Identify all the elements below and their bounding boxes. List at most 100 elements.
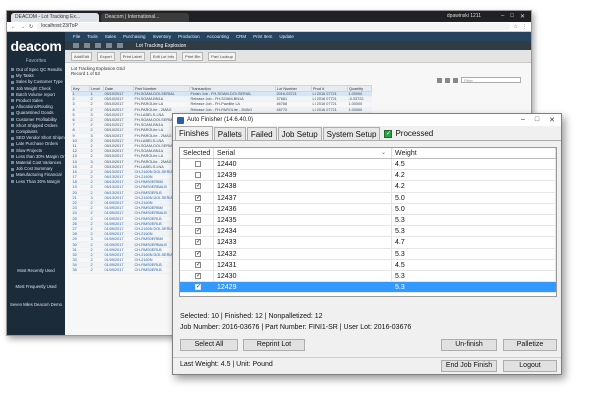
unfinish-button[interactable]: Un-finish — [441, 339, 497, 351]
favorites-title: Favorites — [25, 58, 47, 64]
tab-finishes[interactable]: Finishes — [175, 126, 213, 140]
tab-job-setup[interactable]: Job Setup — [277, 127, 322, 140]
toolbar-icon[interactable] — [84, 43, 90, 48]
columns-icon[interactable] — [453, 77, 458, 83]
finish-row[interactable]: 124384.2 — [180, 181, 556, 193]
export-icon[interactable] — [445, 77, 450, 83]
filter-input[interactable]: Filter — [461, 77, 521, 83]
select-checkbox[interactable] — [195, 226, 201, 237]
url-field[interactable]: localhost:23/ToP — [37, 23, 510, 30]
print-icon[interactable] — [437, 77, 442, 83]
finish-row[interactable]: 124355.3 — [180, 214, 556, 227]
select-checkbox[interactable] — [195, 172, 201, 179]
menu-item[interactable]: File — [73, 34, 80, 39]
tab-pallets[interactable]: Pallets — [213, 127, 246, 140]
select-checkbox[interactable] — [195, 161, 201, 167]
menu-item[interactable]: Production — [178, 34, 200, 39]
minimize-icon[interactable]: – — [501, 13, 504, 20]
column-selected[interactable]: Selected — [180, 148, 214, 158]
close-icon[interactable]: ✕ — [549, 116, 555, 124]
finish-row[interactable]: 12439 4.2 — [180, 170, 556, 182]
column-weight[interactable]: Weight — [392, 148, 556, 158]
logout-button[interactable]: Logout — [503, 360, 557, 372]
report-icon — [11, 180, 14, 184]
finish-row[interactable]: 124334.7 — [180, 237, 556, 249]
table-row[interactable]: 2 2 05/10/2017 FH-SOAM-BN1A Release Job - FH… — [71, 96, 372, 103]
select-checkbox[interactable] — [195, 215, 201, 226]
menu-item[interactable]: Inventory — [153, 34, 172, 39]
window-controls: dpawinski 1211 – □ ✕ — [447, 13, 531, 20]
subtoolbar-button[interactable]: Part Lookup — [208, 51, 236, 61]
column-serial-label: Serial — [217, 150, 235, 157]
subtoolbar-button[interactable]: Export — [97, 51, 115, 61]
selected-cell — [180, 226, 214, 237]
finish-row[interactable]: 12440 4.5 — [180, 159, 556, 171]
table-row[interactable]: 1 1 05/10/2017 FH-SOAM-DOI-SERIAL Finish Job… — [71, 91, 372, 98]
maximize-icon[interactable]: □ — [510, 13, 514, 20]
minimize-icon[interactable]: – — [521, 116, 525, 124]
menu-item[interactable]: Update — [279, 34, 294, 39]
browser-tab-international[interactable]: Deacom | International... — [101, 13, 189, 22]
table-row[interactable]: 3 2 05/10/2017 FH-PAROLite LA Release Job - … — [71, 101, 372, 108]
menu-item[interactable]: Print Item — [253, 34, 272, 39]
select-checkbox[interactable] — [195, 204, 201, 215]
report-icon — [11, 80, 14, 84]
subtoolbar-button[interactable]: Add/Edit — [71, 51, 93, 61]
palletize-button[interactable]: Palletize — [503, 339, 557, 351]
star-icon[interactable]: ☆ — [514, 24, 518, 30]
finish-row[interactable]: 124314.5 — [180, 259, 556, 271]
subtoolbar-button[interactable]: Edit Lot Info — [149, 51, 178, 61]
weight-cell: 4.2 — [392, 181, 556, 192]
report-icon — [11, 117, 14, 121]
select-checkbox[interactable] — [195, 249, 201, 260]
finish-row[interactable]: 124345.3 — [180, 226, 556, 238]
subtoolbar-button[interactable]: Print Label — [119, 51, 145, 61]
reprint-lot-button[interactable]: Reprint Lot — [243, 339, 305, 351]
select-checkbox[interactable] — [195, 237, 201, 248]
column-serial[interactable]: Serial ⌄ — [214, 148, 392, 158]
favorite-item-label: Batch Volume report — [16, 91, 55, 97]
menu-dots-icon[interactable]: ⋮ — [522, 24, 527, 30]
close-icon[interactable]: ✕ — [520, 13, 525, 20]
toolbar-icon[interactable] — [95, 43, 101, 48]
finish-row[interactable]: 124325.3 — [180, 248, 556, 260]
serial-cell: 12438 — [214, 181, 392, 192]
reload-icon[interactable]: ↻ — [29, 24, 33, 30]
select-checkbox[interactable] — [195, 260, 201, 271]
select-checkbox[interactable] — [195, 271, 201, 282]
table-row[interactable]: 4 2 05/10/2017 FH-PAROLite - 2MAG Release Jo… — [71, 107, 372, 113]
select-checkbox[interactable] — [195, 181, 201, 192]
end-job-finish-button[interactable]: End Job Finish — [441, 360, 497, 372]
select-checkbox[interactable] — [195, 282, 201, 293]
auto-finisher-dialog: Auto Finisher (14.6.40.0) – □ ✕ Finishes… — [172, 113, 562, 375]
menu-item[interactable]: Sales — [105, 34, 116, 39]
finish-row[interactable]: 124375.0 — [180, 192, 556, 204]
back-icon[interactable]: ← — [11, 24, 16, 30]
tab-failed[interactable]: Failed — [246, 127, 277, 140]
select-all-button[interactable]: Select All — [180, 339, 238, 351]
finish-row[interactable]: 124365.0 — [180, 203, 556, 215]
subtoolbar-button[interactable]: Print Bin — [182, 51, 204, 61]
selected-cell — [180, 237, 214, 248]
finishes-grid-body: 124404.5124394.2124384.2124375.0124365.0… — [180, 159, 556, 294]
sort-down-icon: ⌄ — [380, 150, 386, 156]
browser-tab-deacom[interactable]: DEACOM - Lot Tracking Ex... — [11, 13, 99, 22]
processed-toggle[interactable]: ✓ Processed — [381, 127, 436, 140]
menu-item[interactable]: Accounting — [207, 34, 229, 39]
menu-item[interactable]: CRM — [236, 34, 246, 39]
menu-item[interactable]: Purchasing — [123, 34, 146, 39]
toolbar-icon[interactable] — [117, 43, 123, 48]
weight-cell: 5.3 — [392, 270, 556, 282]
finish-row[interactable]: 124295.3 — [180, 282, 556, 294]
finish-row[interactable]: 124305.3 — [180, 270, 556, 283]
toolbar-icon[interactable] — [73, 43, 79, 48]
most-recently-used[interactable]: Most Recently Used — [7, 268, 65, 273]
forward-icon[interactable]: → — [20, 24, 25, 30]
menu-item[interactable]: Tools — [87, 34, 98, 39]
maximize-icon[interactable]: □ — [535, 116, 539, 124]
tab-system-setup[interactable]: System Setup — [322, 127, 381, 140]
most-frequently-used[interactable]: Most Frequently Used — [7, 284, 65, 289]
favorite-item[interactable]: Less Than 30% Margin — [7, 179, 65, 185]
select-checkbox[interactable] — [195, 193, 201, 204]
toolbar-icon[interactable] — [106, 43, 112, 48]
